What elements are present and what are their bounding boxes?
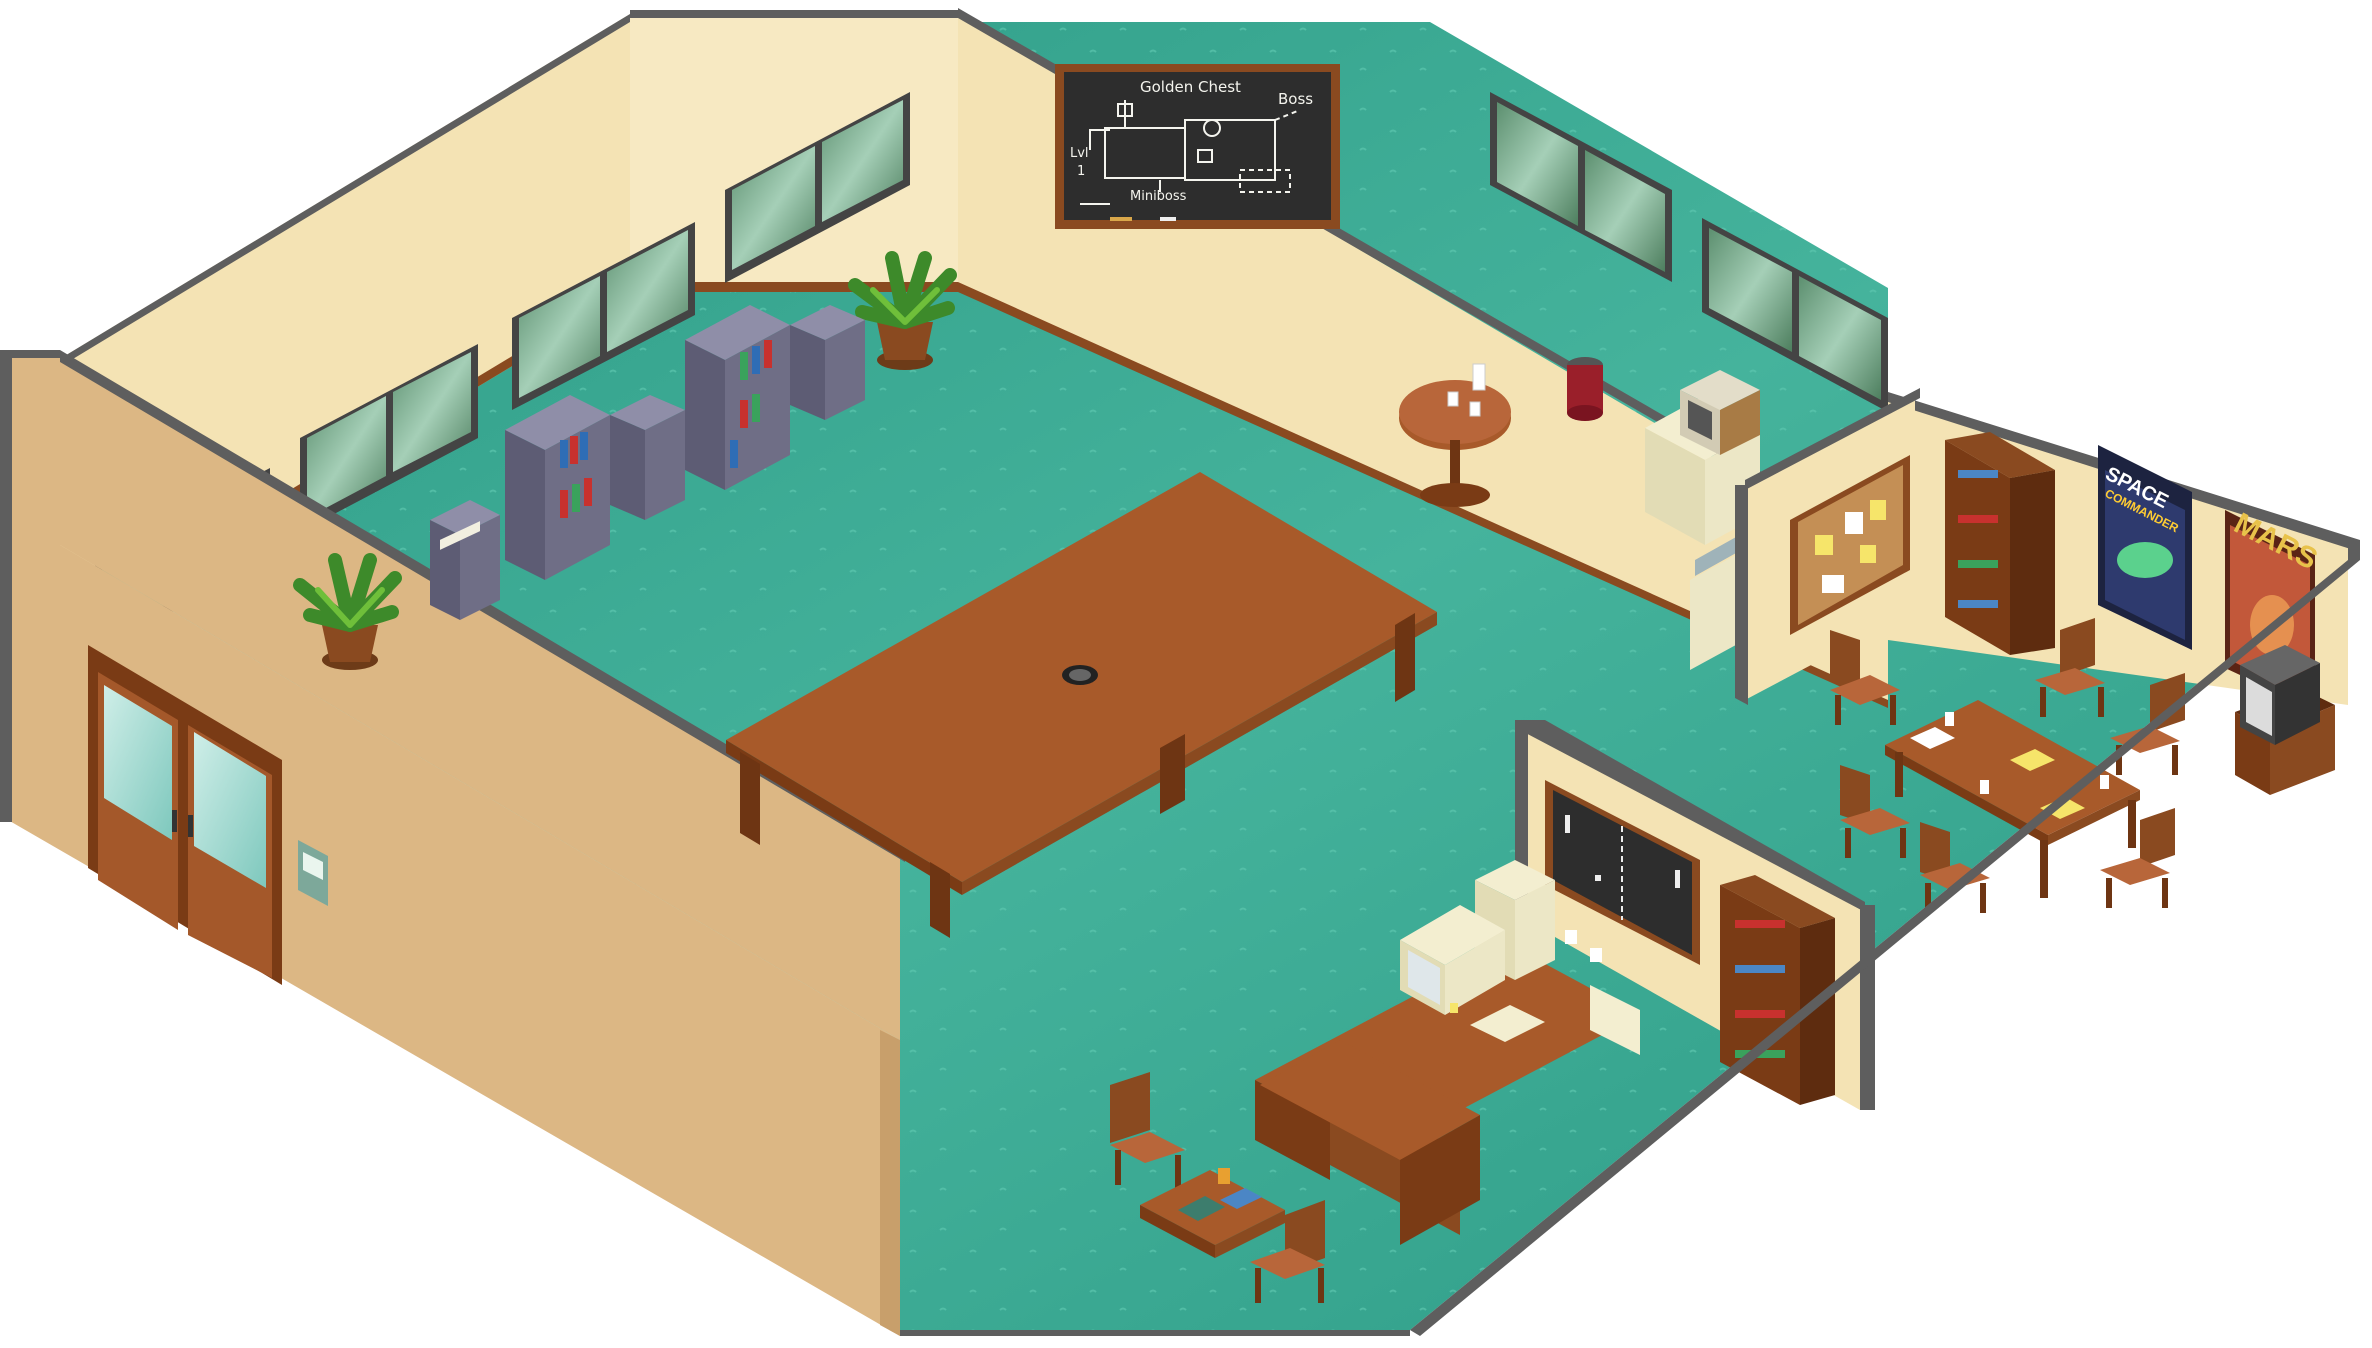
chalkboard-boss: Boss bbox=[1278, 90, 1313, 108]
bookshelf-icon[interactable] bbox=[505, 395, 610, 580]
bookshelf-icon[interactable] bbox=[1945, 432, 2055, 655]
chalkboard-miniboss: Miniboss bbox=[1130, 189, 1187, 204]
chalkboard-level-number: 1 bbox=[1077, 164, 1085, 179]
chalkboard-title: Golden Chest bbox=[1140, 78, 1241, 96]
file-cabinet-icon[interactable] bbox=[430, 500, 500, 620]
chalkboard: Golden Chest Boss Lvl 1 Miniboss bbox=[1055, 64, 1340, 229]
tv-icon[interactable] bbox=[2235, 645, 2335, 795]
trash-can-icon[interactable] bbox=[1567, 357, 1603, 421]
file-cabinet-icon[interactable] bbox=[610, 395, 685, 520]
office-scene: Golden Chest Boss Lvl 1 Miniboss SPACE C… bbox=[0, 8, 2360, 1336]
bookshelf-icon[interactable] bbox=[685, 305, 790, 490]
chalkboard-level: Lvl bbox=[1070, 146, 1089, 161]
file-cabinet-icon[interactable] bbox=[790, 305, 865, 420]
chair-icon[interactable] bbox=[2100, 808, 2175, 908]
